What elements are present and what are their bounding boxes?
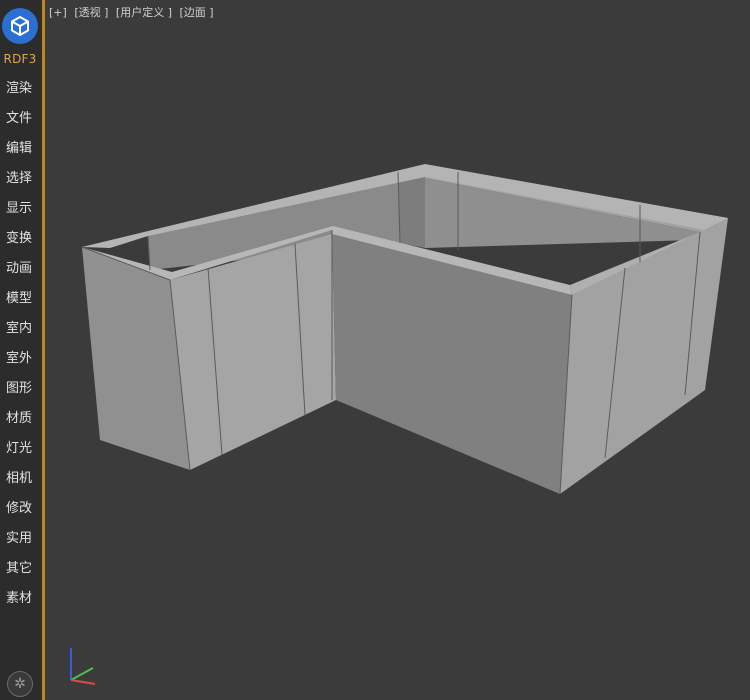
sidebar-item[interactable]: 实用 [0,528,40,558]
viewport-menu-plus[interactable]: [+] [49,6,67,19]
sidebar-item[interactable]: 变换 [0,228,40,258]
sidebar-item[interactable]: 修改 [0,498,40,528]
wall-front-center [332,234,572,494]
sidebar-item[interactable]: 图形 [0,378,40,408]
viewport-labels: [+] [透视 ] [用户定义 ] [边面 ] [49,4,218,20]
sidebar-item[interactable]: 模型 [0,288,40,318]
viewport-shading-mode[interactable]: [用户定义 ] [116,6,172,19]
scene-canvas[interactable] [45,0,750,700]
viewport-view-mode[interactable]: [透视 ] [74,6,108,19]
sidebar-item[interactable]: 动画 [0,258,40,288]
sidebar-item[interactable]: 选择 [0,168,40,198]
sidebar-item[interactable]: 文件 [0,108,40,138]
sidebar-item[interactable]: 灯光 [0,438,40,468]
command-menu: 渲染 文件 编辑 选择 显示 变换 动画 模型 室内 室外 图形 材质 灯光 相机 修改 实用 其它 素材 [0,78,40,618]
perspective-viewport[interactable]: [+] [透视 ] [用户定义 ] [边面 ] [45,0,750,700]
room-walls-model[interactable] [81,164,728,495]
app-logo[interactable] [2,8,38,44]
gear-icon: ✲ [14,676,26,692]
sidebar-item[interactable]: 材质 [0,408,40,438]
sidebar-item[interactable]: 编辑 [0,138,40,168]
sidebar-item[interactable]: 素材 [0,588,40,618]
sidebar-item[interactable]: 相机 [0,468,40,498]
viewport-display-mode[interactable]: [边面 ] [180,6,214,19]
axis-gizmo-icon [70,648,96,685]
sidebar-item[interactable]: 其它 [0,558,40,588]
brand-label: RDF3 [3,52,37,66]
sidebar-item[interactable]: 室内 [0,318,40,348]
command-sidebar: RDF3 渲染 文件 编辑 选择 显示 变换 动画 模型 室内 室外 图形 材质 灯光 相机 修改 实用 其它素… [0,0,42,700]
sidebar-item[interactable]: 渲染 [0,78,40,108]
sidebar-item[interactable]: 显示 [0,198,40,228]
sidebar-item[interactable]: 室外 [0,348,40,378]
cube-logo-icon [11,16,29,36]
settings-button[interactable]: ✲ [7,671,33,697]
